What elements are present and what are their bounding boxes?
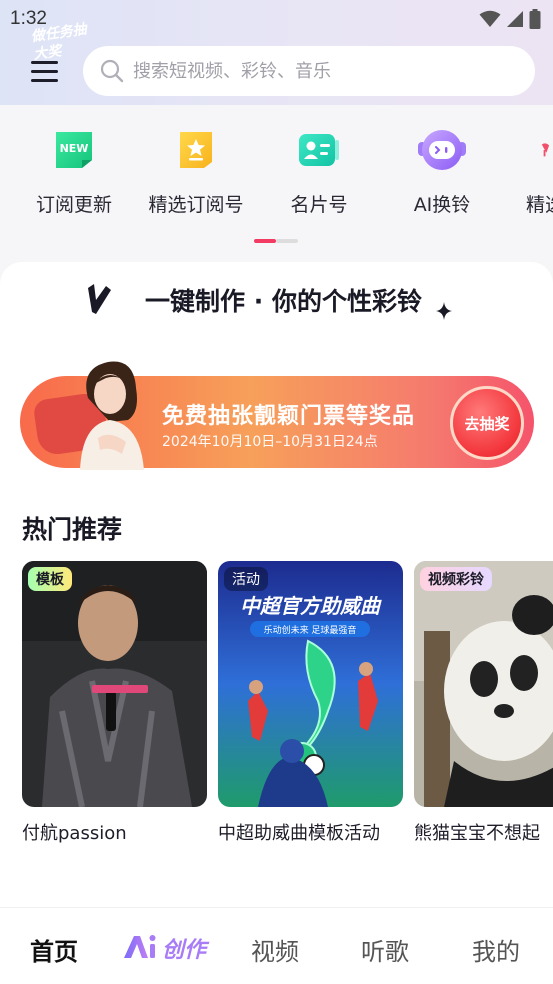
sparkle-icon bbox=[436, 302, 452, 320]
shortcut-label: AI换铃 bbox=[413, 194, 471, 216]
shortcut-ai-ringtone[interactable]: AI换铃 bbox=[387, 122, 497, 217]
svg-text:中超官方助威曲: 中超官方助威曲 bbox=[240, 594, 382, 618]
draw-prize-button[interactable]: 去抽奖 bbox=[450, 386, 524, 460]
shortcut-subscription-updates[interactable]: NEW 订阅更新 bbox=[19, 122, 129, 217]
signal-icon bbox=[507, 11, 523, 27]
shortcut-label: 精选订阅号 bbox=[148, 194, 244, 216]
wifi-icon bbox=[479, 10, 501, 27]
hot-card-thumbnail: 中超官方助威曲 乐动创未来 足球最强音 活动 bbox=[218, 561, 403, 807]
hot-card[interactable]: 视频彩铃 熊猫宝宝不想起 bbox=[414, 561, 553, 845]
hot-card[interactable]: 模板 付航passion bbox=[22, 561, 207, 845]
battery-icon bbox=[529, 9, 541, 29]
tag-activity: 活动 bbox=[224, 567, 268, 591]
shortcut-label: 精选 bbox=[526, 194, 553, 216]
new-badge-icon: NEW bbox=[56, 132, 92, 168]
star-bookmark-icon bbox=[180, 132, 212, 168]
nav-ai-label: 创作 bbox=[162, 938, 207, 963]
shortcut-business-card[interactable]: 名片号 bbox=[264, 122, 374, 217]
status-icons bbox=[479, 9, 541, 29]
shortcut-page-indicator bbox=[254, 239, 298, 243]
banner-title: 免费抽张靓颖门票等奖品 bbox=[162, 404, 416, 429]
partial-icon bbox=[541, 143, 550, 157]
hot-card-caption: 熊猫宝宝不想起 bbox=[414, 823, 540, 844]
panda-image bbox=[414, 561, 553, 807]
hot-card-thumbnail: 模板 bbox=[22, 561, 207, 807]
nav-tab-video[interactable]: 视频 bbox=[251, 932, 299, 967]
performer-image bbox=[22, 561, 207, 807]
shortcut-label: 名片号 bbox=[290, 194, 348, 216]
hot-card-caption: 付航passion bbox=[22, 823, 127, 844]
slogan-text: 一键制作 · 你的个性彩铃 bbox=[145, 287, 422, 316]
tag-video-ringtone: 视频彩铃 bbox=[420, 567, 492, 591]
nav-tab-home[interactable]: 首页 bbox=[30, 932, 78, 967]
hot-card-caption: 中超助威曲模板活动 bbox=[218, 823, 380, 844]
contact-card-icon bbox=[299, 134, 339, 166]
page-dot bbox=[276, 239, 298, 243]
ai-logo-icon bbox=[124, 935, 156, 958]
hot-card-thumbnail: 视频彩铃 bbox=[414, 561, 553, 807]
shortcut-featured-subscriptions[interactable]: 精选订阅号 bbox=[141, 122, 251, 217]
shortcut-row: NEW 订阅更新 精选订阅号 名片号 AI换铃 精 bbox=[0, 122, 553, 222]
banner-date: 2024年10月10日–10月31日24点 bbox=[162, 434, 378, 450]
search-bar[interactable] bbox=[83, 46, 535, 96]
celebrity-image bbox=[80, 361, 144, 470]
nav-tab-music[interactable]: 听歌 bbox=[361, 932, 409, 967]
svg-text:乐动创未来 足球最强音: 乐动创未来 足球最强音 bbox=[264, 624, 357, 636]
search-icon bbox=[100, 59, 124, 83]
hot-card[interactable]: 中超官方助威曲 乐动创未来 足球最强音 活动 中超助威曲模板活动 bbox=[218, 561, 403, 845]
poster-image: 中超官方助威曲 乐动创未来 足球最强音 bbox=[218, 561, 403, 807]
tag-template: 模板 bbox=[28, 567, 72, 591]
hot-list: 模板 付航passion 中超官方助威曲 乐动创未来 足球最强音 活动 中超助威… bbox=[0, 561, 553, 851]
menu-icon-line bbox=[30, 69, 58, 73]
section-title-hot: 热门推荐 bbox=[22, 515, 123, 544]
menu-icon-line bbox=[30, 78, 58, 82]
nav-tab-ai-create[interactable]: 创作 bbox=[122, 930, 212, 964]
nav-tab-mine[interactable]: 我的 bbox=[472, 932, 520, 967]
slogan[interactable]: 一键制作 · 你的个性彩铃 bbox=[0, 282, 553, 318]
page-dot-active bbox=[254, 239, 276, 243]
ai-robot-icon bbox=[418, 130, 466, 170]
bottom-nav: 首页 视频 听歌 我的 bbox=[0, 907, 553, 984]
shortcut-label: 订阅更新 bbox=[35, 194, 112, 216]
svg-text:NEW: NEW bbox=[60, 142, 89, 155]
shortcut-partial[interactable]: 精选 bbox=[510, 122, 553, 217]
search-input[interactable] bbox=[133, 60, 493, 82]
